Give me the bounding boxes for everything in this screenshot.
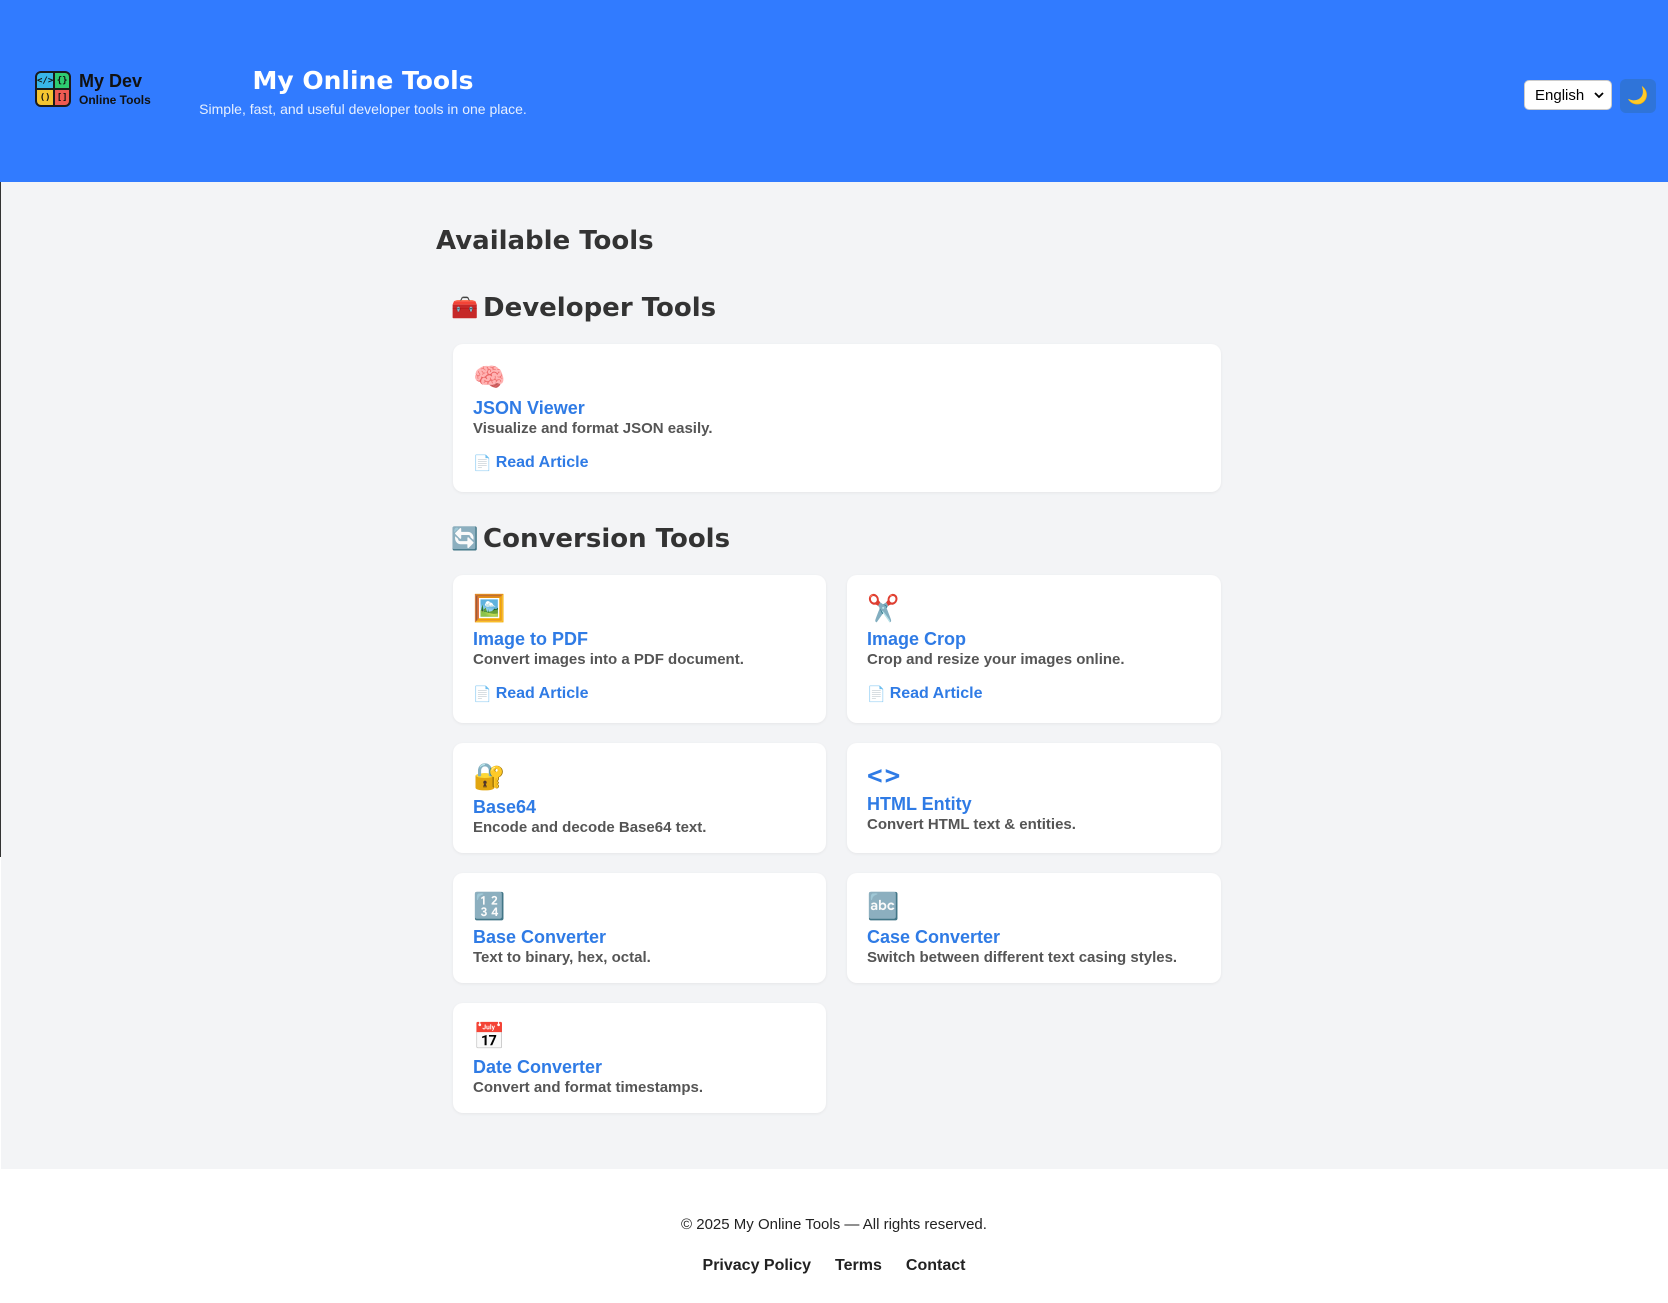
available-tools-heading: Available Tools <box>436 226 654 256</box>
read-article-label: Read Article <box>889 685 983 702</box>
logo-cell: </> <box>37 73 54 88</box>
brain-icon: 🧠 <box>473 362 506 392</box>
tool-card-image-crop[interactable]: ✂️ Image Crop Crop and resize your image… <box>847 575 1221 723</box>
logo-text-primary: My Dev <box>79 71 143 91</box>
site-header: </> {} () [] My Dev Online Tools My Onli… <box>0 0 1668 182</box>
tool-description: Text to binary, hex, octal. <box>473 949 651 966</box>
read-article-link[interactable]: 📄 Read Article <box>867 685 982 703</box>
tool-title[interactable]: JSON Viewer <box>473 398 585 419</box>
read-article-label: Read Article <box>495 454 589 471</box>
tool-description: Encode and decode Base64 text. <box>473 819 707 836</box>
document-icon: 📄 <box>867 686 886 703</box>
arrows-cycle-icon: 🔄 <box>451 526 479 552</box>
read-article-link[interactable]: 📄 Read Article <box>473 454 588 472</box>
tool-title[interactable]: Case Converter <box>867 927 1000 948</box>
footer-link-privacy[interactable]: Privacy Policy <box>703 1257 812 1275</box>
footer-links: Privacy Policy Terms Contact <box>0 1257 1668 1275</box>
document-icon: 📄 <box>473 686 492 703</box>
tool-title[interactable]: Date Converter <box>473 1057 602 1078</box>
picture-icon: 🖼️ <box>473 593 506 623</box>
chevron-down-icon <box>1594 92 1604 99</box>
tool-description: Convert images into a PDF document. <box>473 651 744 668</box>
tool-card-json-viewer[interactable]: 🧠 JSON Viewer Visualize and format JSON … <box>453 344 1221 492</box>
tool-card-date-converter[interactable]: 📅 Date Converter Convert and format time… <box>453 1003 826 1113</box>
language-select-value: English <box>1535 86 1585 104</box>
tool-title[interactable]: HTML Entity <box>867 794 972 815</box>
tool-description: Switch between different text casing sty… <box>867 949 1178 966</box>
tool-card-html-entity[interactable]: <> HTML Entity Convert HTML text & entit… <box>847 743 1221 853</box>
section-heading-conversion-tools: 🔄 Conversion Tools <box>451 524 730 554</box>
read-article-label: Read Article <box>495 685 589 702</box>
logo-text-secondary: Online Tools <box>79 93 151 107</box>
calendar-icon: 📅 <box>473 1021 506 1051</box>
scissors-icon: ✂️ <box>867 593 900 623</box>
logo-icon: </> {} () [] <box>35 71 71 107</box>
moon-icon: 🌙 <box>1627 86 1649 105</box>
tool-description: Convert and format timestamps. <box>473 1079 704 1096</box>
logo-cell: [] <box>55 90 69 105</box>
logo-cell: {} <box>55 73 69 88</box>
tool-title[interactable]: Base Converter <box>473 927 606 948</box>
tool-card-base-converter[interactable]: 🔢 Base Converter Text to binary, hex, oc… <box>453 873 826 983</box>
tool-card-image-to-pdf[interactable]: 🖼️ Image to PDF Convert images into a PD… <box>453 575 826 723</box>
logo-cell: () <box>37 90 54 105</box>
site-subtitle: Simple, fast, and useful developer tools… <box>199 101 527 117</box>
code-brackets-icon: <> <box>867 761 903 791</box>
abc-icon: 🔤 <box>867 891 900 921</box>
toolbox-icon: 🧰 <box>451 295 479 321</box>
tool-description: Crop and resize your images online. <box>867 651 1125 668</box>
site-footer: © 2025 My Online Tools — All rights rese… <box>0 1169 1668 1303</box>
tool-title[interactable]: Image Crop <box>867 629 966 650</box>
footer-link-contact[interactable]: Contact <box>906 1257 966 1275</box>
copyright-text: © 2025 My Online Tools — All rights rese… <box>681 1216 987 1233</box>
language-select[interactable]: English <box>1524 80 1612 110</box>
site-title: My Online Tools <box>252 66 474 95</box>
tool-title[interactable]: Image to PDF <box>473 629 588 650</box>
section-heading-label: Conversion Tools <box>483 524 731 554</box>
tool-card-case-converter[interactable]: 🔤 Case Converter Switch between differen… <box>847 873 1221 983</box>
lock-key-icon: 🔐 <box>473 761 506 791</box>
theme-toggle-button[interactable]: 🌙 <box>1620 79 1656 113</box>
main-content <box>1 182 1668 1169</box>
section-heading-developer-tools: 🧰 Developer Tools <box>451 293 716 323</box>
tool-description: Visualize and format JSON easily. <box>473 420 713 437</box>
read-article-link[interactable]: 📄 Read Article <box>473 685 588 703</box>
document-icon: 📄 <box>473 455 492 472</box>
tool-description: Convert HTML text & entities. <box>867 816 1076 833</box>
numbers-icon: 🔢 <box>473 891 506 921</box>
tool-card-base64[interactable]: 🔐 Base64 Encode and decode Base64 text. <box>453 743 826 853</box>
section-heading-label: Developer Tools <box>483 293 717 323</box>
tool-title[interactable]: Base64 <box>473 797 536 818</box>
footer-link-terms[interactable]: Terms <box>835 1257 882 1275</box>
site-logo[interactable]: </> {} () [] My Dev Online Tools <box>35 71 151 111</box>
